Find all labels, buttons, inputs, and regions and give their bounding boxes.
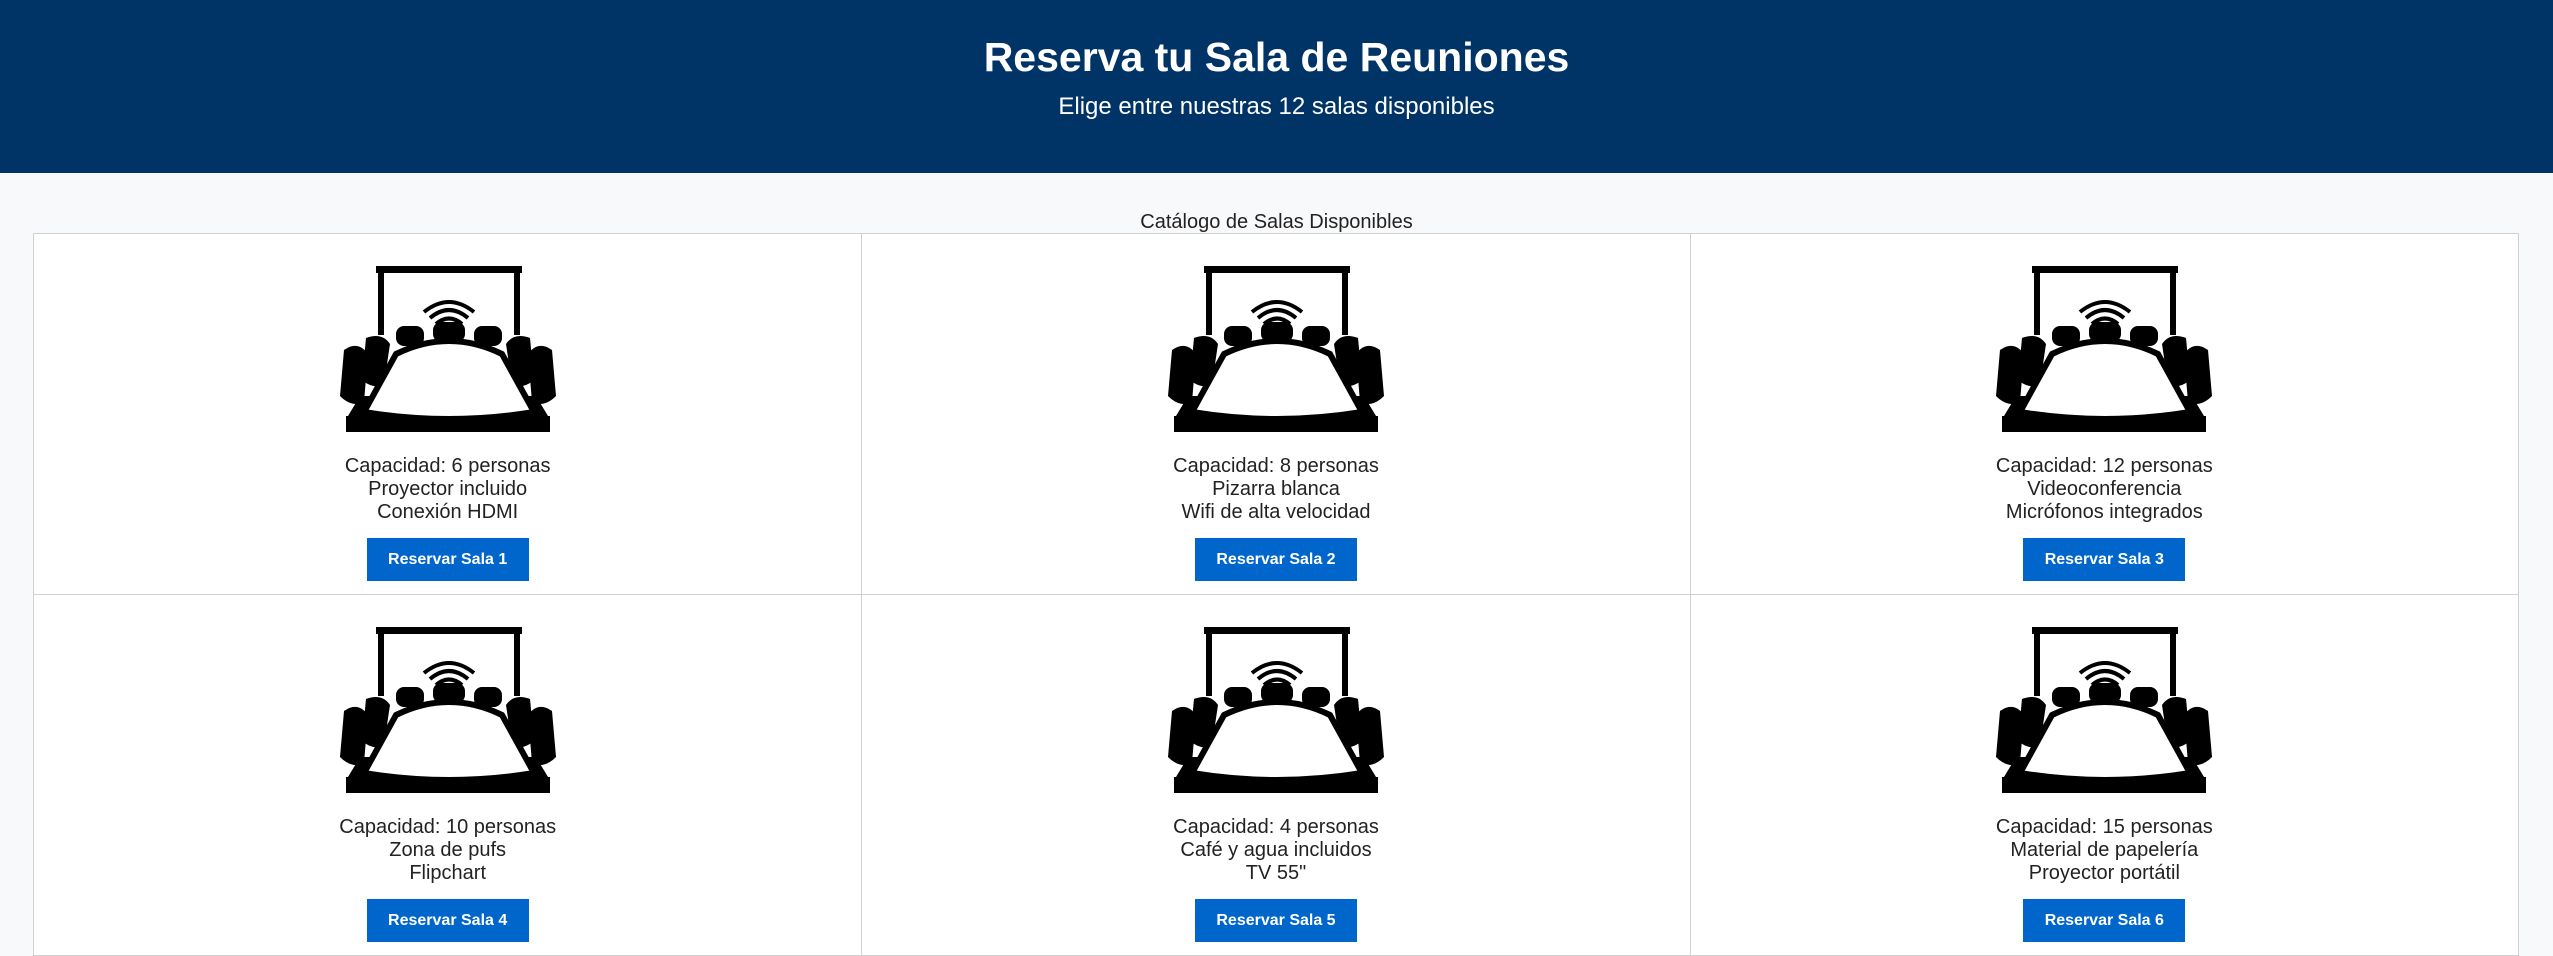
reserve-room-6-button[interactable]: Reservar Sala 6	[2023, 899, 2186, 942]
room-capacity: Capacidad: 4 personas	[1173, 816, 1379, 838]
page-subtitle: Elige entre nuestras 12 salas disponible…	[1058, 93, 1495, 120]
room-capacity: Capacidad: 10 personas	[339, 816, 557, 838]
room-card: Capacidad: 12 personas Videoconferencia …	[1690, 234, 2519, 595]
reserve-room-2-button[interactable]: Reservar Sala 2	[1194, 538, 1357, 581]
catalog-title: Catálogo de Salas Disponibles	[1140, 211, 1413, 233]
room-feature: Wifi de alta velocidad	[1181, 501, 1371, 523]
room-grid: Capacidad: 6 personas Proyector incluido…	[33, 233, 2519, 956]
room-feature: Flipchart	[409, 862, 487, 884]
room-feature: Material de papelería	[2010, 839, 2199, 861]
reserve-room-3-button[interactable]: Reservar Sala 3	[2023, 538, 2186, 581]
meeting-room-icon	[339, 266, 556, 432]
room-feature: TV 55"	[1245, 862, 1307, 884]
meeting-room-icon	[1996, 266, 2213, 432]
room-capacity: Capacidad: 6 personas	[344, 455, 551, 477]
room-feature: Café y agua incluidos	[1180, 839, 1372, 861]
meeting-room-icon	[339, 627, 556, 793]
room-feature: Conexión HDMI	[377, 501, 519, 523]
room-capacity: Capacidad: 12 personas	[1995, 455, 2213, 477]
room-card: Capacidad: 6 personas Proyector incluido…	[34, 234, 863, 595]
page-title: Reserva tu Sala de Reuniones	[983, 34, 1570, 80]
room-card: Capacidad: 8 personas Pizarra blanca Wif…	[862, 234, 1691, 595]
room-card: Capacidad: 4 personas Café y agua inclui…	[862, 595, 1691, 956]
reserve-room-4-button[interactable]: Reservar Sala 4	[366, 899, 529, 942]
room-feature: Videoconferencia	[2027, 478, 2182, 500]
meeting-room-icon	[1167, 266, 1384, 432]
room-capacity: Capacidad: 8 personas	[1173, 455, 1379, 477]
room-feature: Pizarra blanca	[1212, 478, 1340, 500]
room-card: Capacidad: 15 personas Material de papel…	[1690, 595, 2519, 956]
room-feature: Proyector portátil	[2028, 862, 2180, 884]
room-feature: Zona de pufs	[389, 839, 507, 861]
meeting-room-icon	[1167, 627, 1384, 793]
room-card: Capacidad: 10 personas Zona de pufs Flip…	[34, 595, 863, 956]
room-feature: Micrófonos integrados	[2005, 501, 2203, 523]
page-header: Reserva tu Sala de Reuniones Elige entre…	[0, 0, 2553, 173]
reserve-room-1-button[interactable]: Reservar Sala 1	[366, 538, 529, 581]
reserve-room-5-button[interactable]: Reservar Sala 5	[1194, 899, 1357, 942]
room-capacity: Capacidad: 15 personas	[1995, 816, 2213, 838]
meeting-room-icon	[1996, 627, 2213, 793]
room-feature: Proyector incluido	[368, 478, 528, 500]
